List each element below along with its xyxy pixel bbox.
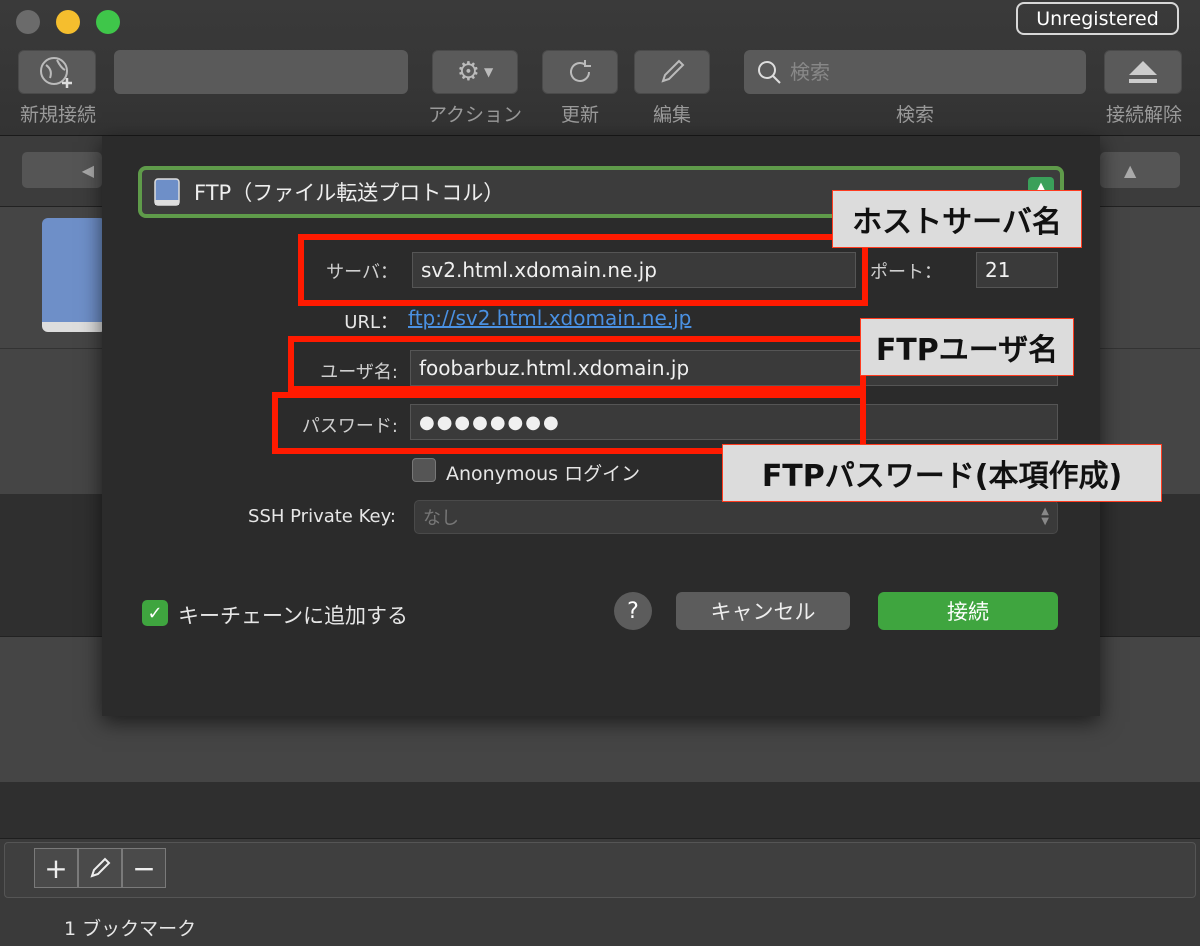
search-field[interactable]: [744, 50, 1086, 94]
checkmark-icon: ✓: [147, 602, 163, 624]
ssh-key-value: なし: [423, 508, 459, 529]
close-window-icon[interactable]: [16, 10, 40, 34]
up-arrow-icon: ▲: [1124, 160, 1137, 180]
help-button[interactable]: ?: [614, 592, 652, 630]
search-label: 検索: [895, 104, 934, 126]
user-highlight-box: [288, 336, 866, 392]
edit-label: 編集: [652, 104, 691, 126]
ssh-key-label: SSH Private Key:: [248, 506, 396, 527]
back-button[interactable]: ◀: [22, 152, 102, 188]
unregistered-badge[interactable]: Unregistered: [1016, 2, 1179, 35]
disconnect-label: 接続解除: [1105, 104, 1182, 126]
connect-button[interactable]: 接続: [878, 592, 1058, 630]
port-label: ポート：: [870, 262, 942, 283]
keychain-checkbox[interactable]: ✓: [142, 600, 168, 626]
eject-icon: [1129, 61, 1157, 83]
minus-icon: −: [132, 851, 156, 885]
url-link[interactable]: ftp://sv2.html.xdomain.ne.jp: [408, 306, 691, 330]
action-button[interactable]: ⚙ ▼: [432, 50, 518, 94]
disconnect-button[interactable]: [1104, 50, 1182, 94]
search-icon: [758, 61, 781, 84]
search-input[interactable]: [790, 60, 1070, 84]
gear-icon: ⚙: [456, 57, 481, 87]
bookmark-disk-icon[interactable]: [42, 218, 106, 332]
host-annotation: ホストサーバ名: [832, 190, 1082, 248]
chevron-down-icon: ▼: [484, 65, 494, 79]
url-label: URL：: [344, 312, 398, 333]
anonymous-checkbox[interactable]: [412, 458, 436, 482]
edit-button[interactable]: [634, 50, 710, 94]
globe-plus-icon: [40, 57, 72, 88]
ssh-key-select[interactable]: なし ▲ ▼: [414, 500, 1058, 534]
plus-icon: +: [44, 851, 68, 885]
protocol-value: FTP（ファイル転送プロトコル）: [194, 181, 505, 205]
keychain-label: キーチェーンに追加する: [178, 604, 408, 628]
action-label: アクション: [427, 104, 523, 126]
refresh-label: 更新: [560, 104, 599, 126]
bookmark-count: 1 ブックマーク: [64, 918, 197, 940]
view-segmented-control: [114, 50, 408, 94]
minimize-window-icon[interactable]: [56, 10, 80, 34]
edit-bookmark-button[interactable]: [78, 848, 122, 888]
anonymous-label: Anonymous ログイン: [446, 463, 641, 485]
refresh-icon: [570, 60, 591, 82]
ftp-drive-icon: [154, 178, 180, 206]
back-arrow-icon: ◀: [81, 160, 94, 180]
ftp-password-annotation: FTPパスワード(本項作成): [722, 444, 1162, 502]
zoom-window-icon[interactable]: [96, 10, 120, 34]
up-button[interactable]: ▲: [1100, 152, 1180, 188]
new-connection-label: 新規接続: [19, 104, 96, 126]
cancel-button[interactable]: キャンセル: [676, 592, 850, 630]
remove-bookmark-button[interactable]: −: [122, 848, 166, 888]
add-bookmark-button[interactable]: +: [34, 848, 78, 888]
ftp-user-annotation: FTPユーザ名: [860, 318, 1074, 376]
pencil-icon: [661, 59, 685, 83]
new-connection-button[interactable]: [18, 50, 96, 94]
server-highlight-box: [298, 234, 868, 306]
refresh-button[interactable]: [542, 50, 618, 94]
pencil-icon: [90, 857, 111, 878]
port-input[interactable]: [976, 252, 1058, 288]
ssh-key-stepper-icon: ▲ ▼: [1041, 506, 1049, 527]
